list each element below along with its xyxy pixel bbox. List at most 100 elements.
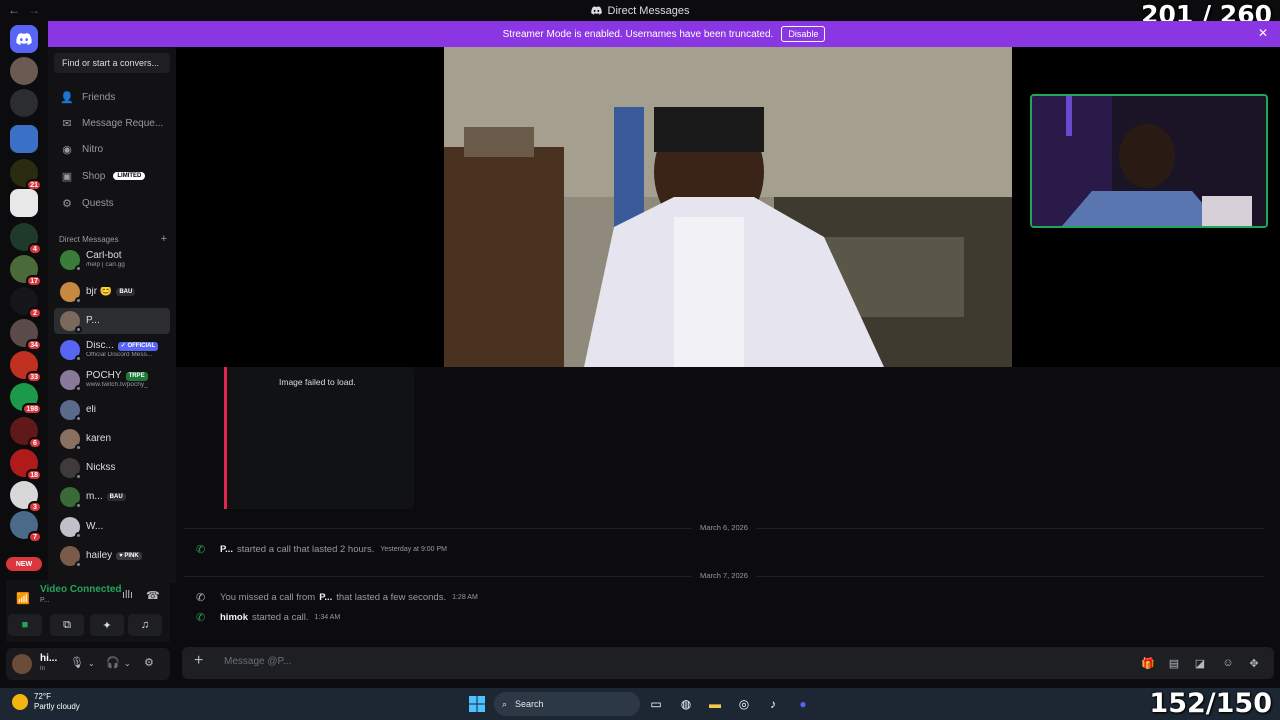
add-dm-icon[interactable]: + xyxy=(161,234,167,245)
dm-item[interactable]: POCHY TRPE www.twitch.tv/pochy_ xyxy=(54,367,170,393)
dm-item[interactable]: P... xyxy=(54,308,170,334)
server-icon[interactable]: 33 xyxy=(10,351,42,383)
server-icon[interactable] xyxy=(10,57,38,85)
server-icon[interactable] xyxy=(10,125,38,153)
unread-badge: 7 xyxy=(28,531,42,543)
new-servers-pill[interactable]: NEW xyxy=(6,557,42,571)
server-icon[interactable]: 34 xyxy=(10,319,42,351)
dm-name: W... xyxy=(86,522,103,533)
server-icon[interactable]: 18 xyxy=(10,449,42,481)
dm-name-text: hailey xyxy=(86,550,113,561)
emoji-icon[interactable]: ☺ xyxy=(1220,655,1236,671)
screen-share-button[interactable]: ⧉ xyxy=(50,614,84,636)
noise-suppression-icon[interactable]: ıllı xyxy=(122,589,133,601)
dm-sidebar: Find or start a convers... 👤 Friends ✉ M… xyxy=(48,47,176,583)
dm-name-text: Disc... xyxy=(86,341,114,352)
discord-taskbar-icon[interactable]: ● xyxy=(793,694,813,714)
main-video-feed[interactable] xyxy=(444,47,1012,367)
dm-item[interactable]: Disc... ✓ OFFICIAL Official Discord Mess..… xyxy=(54,337,170,363)
unread-badge: 33 xyxy=(26,371,42,383)
taskbar-search[interactable]: ⌕ Search xyxy=(494,692,640,716)
chrome-icon[interactable]: ◍ xyxy=(676,694,696,714)
server-icon[interactable]: 198 xyxy=(10,383,42,415)
message-text: started a call that lasted 2 hours. xyxy=(237,544,375,555)
dm-item[interactable]: W... xyxy=(54,514,170,540)
server-icon[interactable]: 7 xyxy=(10,511,42,543)
app-icon[interactable]: ◎ xyxy=(734,694,754,714)
nav-message-requests[interactable]: ✉ Message Reque... xyxy=(56,111,172,135)
soundboard-button[interactable]: ♫ xyxy=(128,614,162,636)
nav-friends[interactable]: 👤 Friends xyxy=(56,85,172,109)
bottom-counter-overlay: 152/150 xyxy=(1149,688,1272,719)
dm-name: Disc... ✓ OFFICIAL xyxy=(86,341,159,352)
dm-tag-badge: BAU xyxy=(116,287,136,297)
dm-item[interactable]: eli xyxy=(54,397,170,423)
phone-icon: ✆ xyxy=(196,612,206,624)
server-icon[interactable] xyxy=(10,189,38,217)
phone-icon: ✆ xyxy=(196,544,206,556)
find-conversation-input[interactable]: Find or start a convers... xyxy=(54,53,170,73)
weather-widget[interactable]: 72°F Partly cloudy xyxy=(12,692,80,711)
dm-subtitle: Official Discord Mess... xyxy=(86,351,153,358)
forward-arrow-icon[interactable]: → xyxy=(28,3,40,17)
dm-item[interactable]: Nickss xyxy=(54,455,170,481)
back-arrow-icon[interactable]: ← xyxy=(8,3,20,17)
discord-home-icon[interactable] xyxy=(10,25,38,53)
nav-quests[interactable]: ⚙ Quests xyxy=(56,191,172,215)
status-indicator xyxy=(75,355,82,362)
dm-item[interactable]: bjr 😊 BAU xyxy=(54,279,170,305)
server-icon[interactable]: 4 xyxy=(10,223,42,255)
weather-condition: Partly cloudy xyxy=(34,701,80,711)
message-input[interactable]: Message @P... xyxy=(224,656,291,667)
tiktok-icon[interactable]: ♪ xyxy=(763,694,783,714)
signal-icon[interactable]: 📶 xyxy=(16,592,30,605)
avatar[interactable] xyxy=(12,654,32,674)
chevron-down-icon[interactable]: ⌄ xyxy=(124,659,131,668)
message-author[interactable]: P... xyxy=(319,592,332,603)
dm-item[interactable]: Carl-bot/help | carl.gg xyxy=(54,247,170,273)
nav-shop[interactable]: ▣ Shop LIMITED xyxy=(56,164,172,188)
nav-label: Nitro xyxy=(82,143,104,155)
camera-button[interactable]: ■ xyxy=(8,614,42,636)
windows-start-icon[interactable] xyxy=(467,694,487,714)
self-video-preview[interactable] xyxy=(1030,94,1268,228)
message-author[interactable]: himok xyxy=(220,612,248,623)
gift-icon[interactable]: 🎁 xyxy=(1140,655,1156,671)
activities-button[interactable]: ✦ xyxy=(90,614,124,636)
chevron-down-icon[interactable]: ⌄ xyxy=(88,659,95,668)
user-status: In xyxy=(40,666,46,672)
avatar xyxy=(60,370,82,392)
message-composer[interactable]: + Message @P... 🎁 ▤ ◪ ☺ ✥ xyxy=(182,647,1274,679)
message-author[interactable]: P... xyxy=(220,544,233,555)
headphones-icon[interactable]: 🎧 xyxy=(106,656,120,669)
dm-name: Nickss xyxy=(86,463,115,474)
dm-item[interactable]: karen xyxy=(54,426,170,452)
dm-tag-badge: ✓ OFFICIAL xyxy=(117,342,159,351)
voice-status[interactable]: Video Connected xyxy=(40,584,122,595)
apps-icon[interactable]: ✥ xyxy=(1246,655,1262,671)
soundboard-icon: ♫ xyxy=(140,619,150,631)
file-explorer-icon[interactable]: ▬ xyxy=(705,694,725,714)
server-icon[interactable]: 6 xyxy=(10,417,42,449)
plus-icon[interactable]: + xyxy=(194,653,208,669)
message-prefix: You missed a call from xyxy=(220,592,316,603)
dm-subtitle: www.twitch.tv/pochy_ xyxy=(86,381,148,388)
gear-icon[interactable]: ⚙ xyxy=(144,656,154,669)
close-icon[interactable]: ✕ xyxy=(1258,26,1268,40)
server-icon[interactable]: 3 xyxy=(10,481,42,513)
user-bar: hi... In 🎙 ⌄ 🎧 ⌄ ⚙ xyxy=(6,648,170,680)
nav-nitro[interactable]: ◉ Nitro xyxy=(56,137,172,161)
microphone-icon[interactable]: 🎙 xyxy=(70,656,84,669)
task-view-icon[interactable]: ▭ xyxy=(646,694,666,714)
sticker-icon[interactable]: ◪ xyxy=(1192,655,1208,671)
camera-icon: ■ xyxy=(21,619,29,631)
server-icon[interactable]: 21 xyxy=(10,159,42,191)
dm-item[interactable]: hailey ♥ PINK xyxy=(54,543,170,569)
server-icon[interactable]: 17 xyxy=(10,255,42,287)
dm-item[interactable]: m... BAU xyxy=(54,484,170,510)
gif-icon[interactable]: ▤ xyxy=(1166,655,1182,671)
disconnect-icon[interactable]: ☎ xyxy=(146,589,160,602)
server-icon[interactable] xyxy=(10,89,38,117)
disable-streamer-mode-button[interactable]: Disable xyxy=(781,26,826,42)
server-icon[interactable]: 2 xyxy=(10,287,42,319)
